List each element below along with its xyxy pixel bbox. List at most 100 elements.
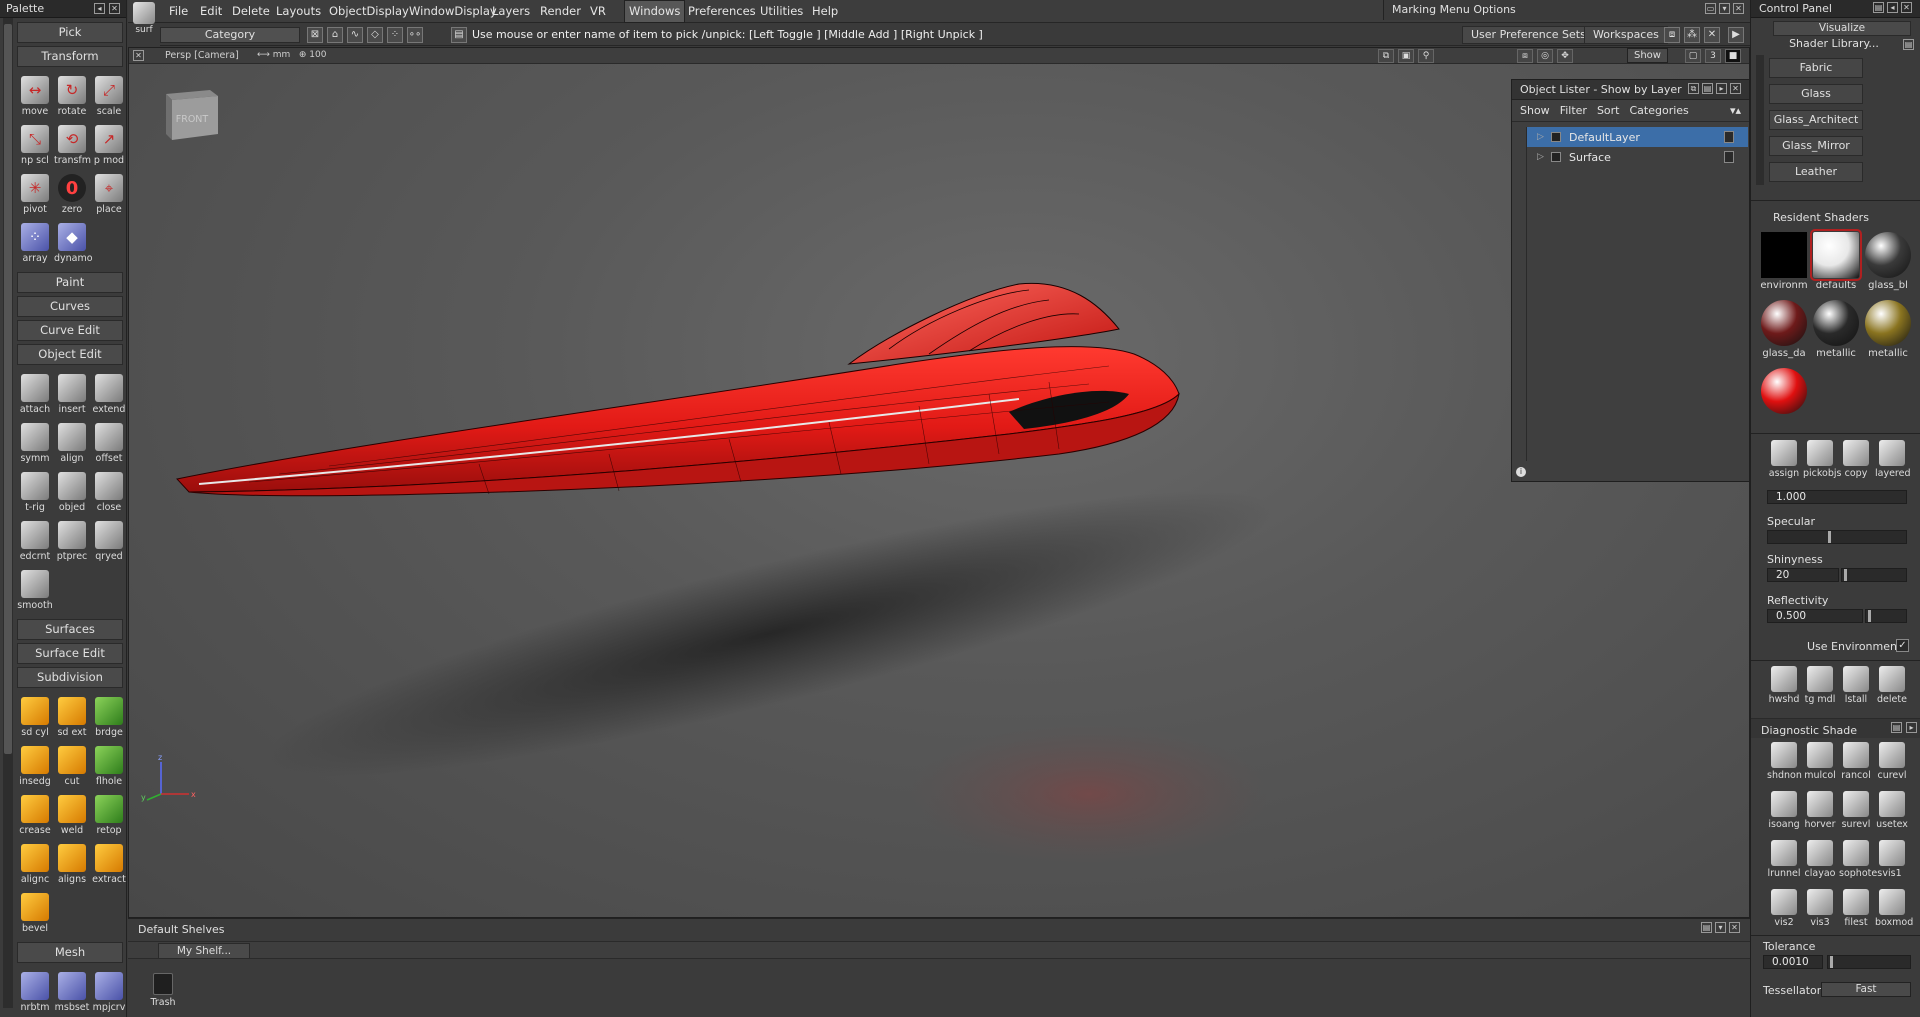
lister-menu-filter[interactable]: Filter	[1560, 104, 1587, 117]
tool-sd-cyl[interactable]: sd cyl	[17, 693, 53, 742]
layer-visibility-toggle[interactable]	[1724, 131, 1734, 143]
viewport-tool-icon-2[interactable]: ▣	[1398, 49, 1414, 63]
tool-insert[interactable]: insert	[54, 370, 90, 419]
tool-crease[interactable]: crease	[17, 791, 53, 840]
shader-swatch-glass-bl[interactable]: glass_bl	[1863, 232, 1913, 291]
tool-dynamo[interactable]: ◆ dynamo	[54, 219, 93, 268]
specular-slider[interactable]	[1767, 530, 1907, 544]
subdivision-section[interactable]: Subdivision	[17, 667, 123, 688]
shader-library-scrollbar[interactable]	[1756, 55, 1764, 185]
value-field-1[interactable]: 1.000	[1767, 490, 1907, 504]
layer-color-swatch[interactable]	[1551, 132, 1561, 142]
tool-vis3[interactable]: vis3	[1803, 889, 1837, 928]
shader-library-item-glass[interactable]: Glass	[1769, 84, 1863, 104]
tool-symm[interactable]: symm	[17, 419, 53, 468]
layer-color-swatch[interactable]	[1551, 152, 1561, 162]
pick-surface-icon[interactable]: ◇	[367, 27, 383, 43]
reflectivity-field[interactable]: 0.500	[1767, 609, 1863, 623]
perspective-viewport[interactable]: ✕ Persp [Camera] ⟷ mm ⊕ 100 ⧉ ▣ ⚲ ⧈ ◎ ✥ …	[128, 47, 1750, 918]
lister-filter-icon[interactable]: ▾▴	[1730, 104, 1741, 117]
expand-arrow-icon[interactable]: ▷	[1537, 132, 1547, 142]
reflectivity-slider[interactable]	[1865, 609, 1907, 623]
lister-option-icon-2[interactable]: ▤	[1702, 83, 1713, 94]
pan-icon[interactable]: ✥	[1557, 49, 1573, 63]
minimize-icon[interactable]: ▭	[1705, 3, 1716, 14]
viewport-tool-icon-1[interactable]: ⧉	[1378, 49, 1394, 63]
tumble-icon[interactable]: ◎	[1537, 49, 1553, 63]
marking-menu-options[interactable]: Marking Menu Options ▭ ▾ ✕	[1383, 0, 1750, 20]
menu-vr[interactable]: VR	[586, 0, 610, 23]
trash-button[interactable]: Trash	[148, 973, 178, 1008]
tool-extend[interactable]: extend	[91, 370, 127, 419]
close-icon[interactable]: ✕	[1729, 922, 1740, 933]
lister-expand-icon[interactable]: ▸	[1716, 83, 1727, 94]
tool-horver[interactable]: horver	[1803, 791, 1837, 830]
lister-menu-show[interactable]: Show	[1520, 104, 1550, 117]
tool-zero[interactable]: 0 zero	[54, 170, 90, 219]
pick-button[interactable]: Pick	[17, 22, 123, 43]
tool-t-rig[interactable]: t-rig	[17, 468, 53, 517]
shader-swatch-glass-da[interactable]: glass_da	[1759, 300, 1809, 359]
tool-aligns[interactable]: aligns	[54, 840, 90, 889]
menu-objectdisplay[interactable]: ObjectDisplay	[325, 0, 413, 23]
panel-options-icon[interactable]: ▤	[1873, 2, 1884, 13]
shader-library-options-icon[interactable]: ▤	[1903, 39, 1914, 50]
object-lister-window[interactable]: Object Lister - Show by Layer ⧉ ▤ ▸ ✕ Sh…	[1511, 79, 1750, 482]
layer-row-defaultlayer[interactable]: ▷ DefaultLayer	[1527, 127, 1748, 147]
shader-swatch-red[interactable]	[1759, 368, 1809, 416]
tool-edcrnt[interactable]: edcrnt	[17, 517, 53, 566]
tool-vis1[interactable]: vis1	[1875, 840, 1909, 879]
shader-library-item-leather[interactable]: Leather	[1769, 162, 1863, 182]
tool-pivot[interactable]: ✳ pivot	[17, 170, 53, 219]
dropdown-icon[interactable]: ▾	[1719, 3, 1730, 14]
tool-tg-mdl[interactable]: tg mdl	[1803, 666, 1837, 705]
info-icon[interactable]: i	[1516, 467, 1526, 477]
tool-qryed[interactable]: qryed	[91, 517, 127, 566]
tool-flhole[interactable]: flhole	[91, 742, 127, 791]
workspaces-button[interactable]: Workspaces	[1584, 26, 1668, 44]
transform-section[interactable]: Transform	[17, 46, 123, 67]
tool-ptprec[interactable]: ptprec	[54, 517, 90, 566]
user-preference-sets-button[interactable]: User Preference Sets	[1462, 26, 1595, 44]
lister-option-icon-1[interactable]: ⧉	[1688, 83, 1699, 94]
shelf-dropdown-icon[interactable]: ▾	[1715, 922, 1726, 933]
tool-insedg[interactable]: insedg	[17, 742, 53, 791]
workspace-icon-1[interactable]: ⧈	[1664, 27, 1680, 43]
shader-library-item-glass-mirror[interactable]: Glass_Mirror	[1769, 136, 1863, 156]
camera-label[interactable]: Persp [Camera]	[165, 50, 239, 61]
tool-scale[interactable]: ⤢ scale	[91, 72, 127, 121]
collapse-icon[interactable]: ◂	[94, 3, 105, 14]
surfaces-section[interactable]: Surfaces	[17, 619, 123, 640]
tool-array[interactable]: ⁘ array	[17, 219, 53, 268]
tool-np-scl[interactable]: ⤡ np scl	[17, 121, 53, 170]
zoom-icon[interactable]: ⚲	[1418, 49, 1434, 63]
menu-layers[interactable]: Layers	[488, 0, 534, 23]
tool-isoang[interactable]: isoang	[1767, 791, 1801, 830]
layer-row-surface[interactable]: ▷ Surface	[1527, 147, 1748, 167]
menu-utilities[interactable]: Utilities	[756, 0, 807, 23]
menu-windows[interactable]: Windows	[624, 0, 686, 23]
shader-library-item-fabric[interactable]: Fabric	[1769, 58, 1863, 78]
paint-section[interactable]: Paint	[17, 272, 123, 293]
pick-point-icon[interactable]: ⁘	[387, 27, 403, 43]
menu-render[interactable]: Render	[536, 0, 585, 23]
tool-mulcol[interactable]: mulcol	[1803, 742, 1837, 781]
tool-transfm[interactable]: ⟲ transfm	[54, 121, 91, 170]
menu-windowdisplay[interactable]: WindowDisplay	[405, 0, 501, 23]
shininess-field[interactable]: 20	[1767, 568, 1839, 582]
tool-lstall[interactable]: lstall	[1839, 666, 1873, 705]
expand-arrow-icon[interactable]: ▷	[1537, 152, 1547, 162]
show-button[interactable]: Show	[1627, 48, 1668, 63]
tolerance-slider[interactable]	[1827, 955, 1911, 969]
use-environment-checkbox[interactable]: ✓	[1896, 639, 1909, 652]
tool-brdge[interactable]: brdge	[91, 693, 127, 742]
tool-assign[interactable]: assign	[1767, 440, 1801, 479]
lister-menu-categories[interactable]: Categories	[1630, 104, 1689, 117]
tool-copy[interactable]: copy	[1839, 440, 1873, 479]
close-icon[interactable]: ✕	[1901, 2, 1912, 13]
tool-pickobjs[interactable]: pickobjs	[1803, 440, 1842, 479]
tool-rotate[interactable]: ↻ rotate	[54, 72, 90, 121]
menu-preferences[interactable]: Preferences	[684, 0, 760, 23]
tool-alignc[interactable]: alignc	[17, 840, 53, 889]
menu-delete[interactable]: Delete	[228, 0, 274, 23]
